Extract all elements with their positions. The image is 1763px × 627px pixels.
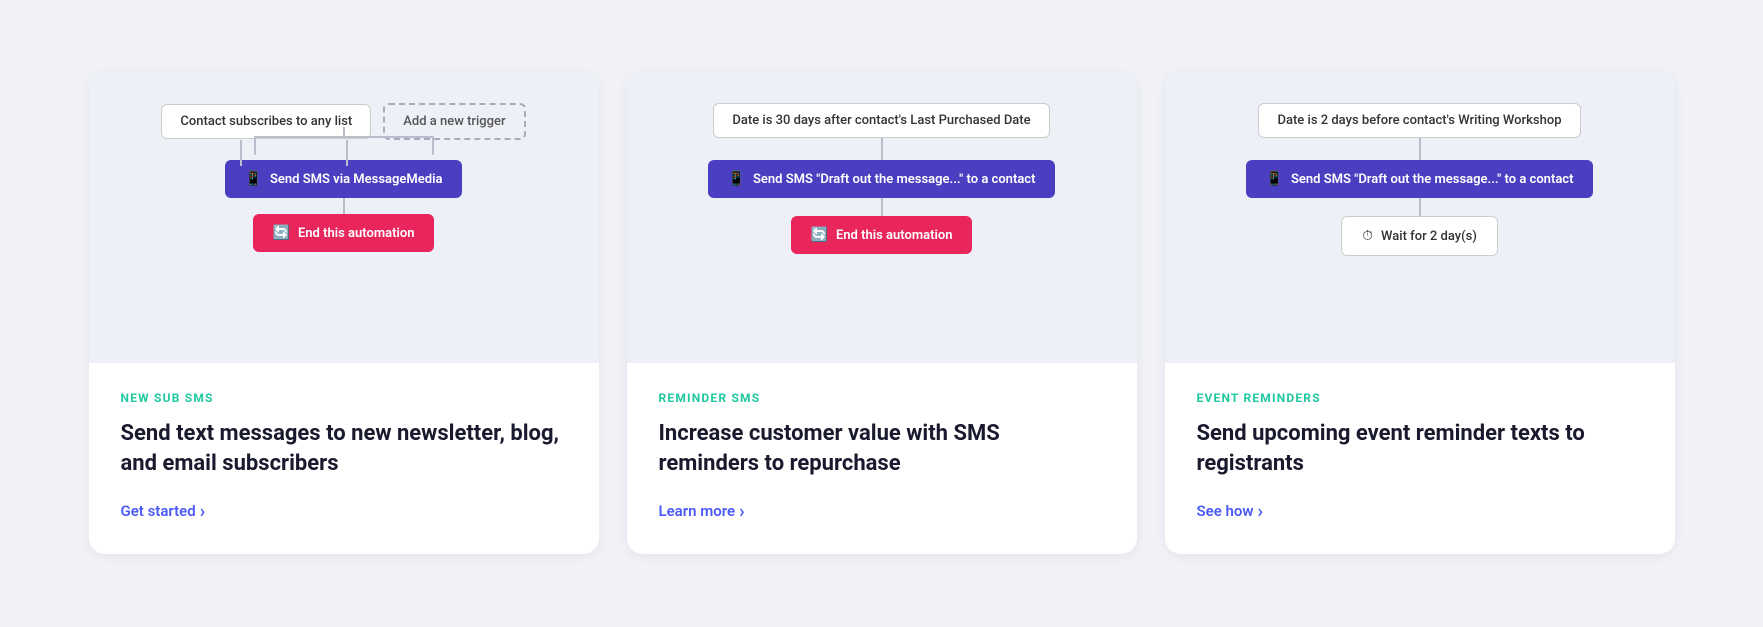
card-diagram-3: Date is 2 days before contact's Writing … [1165,73,1675,363]
card-event-reminders: Date is 2 days before contact's Writing … [1165,73,1675,553]
connector-3 [881,138,883,160]
card-content-3: EVENT REMINDERS Send upcoming event remi… [1165,363,1675,553]
trigger-node-3: Date is 2 days before contact's Writing … [1258,103,1580,138]
card-tag-2: REMINDER SMS [659,391,1105,405]
card-diagram-1: Contact subscribes to any list Add a new… [89,73,599,363]
step-node-wait-3: Wait for 2 day(s) [1341,216,1498,256]
card-tag-1: NEW SUB SMS [121,391,567,405]
card-content-1: NEW SUB SMS Send text messages to new ne… [89,363,599,553]
chevron-icon-2 [739,501,744,522]
connector-5 [1419,138,1421,160]
step-node-end-2: End this automation [791,216,973,254]
card-title-3: Send upcoming event reminder texts to re… [1197,419,1643,478]
connector-6 [1419,198,1421,216]
card-title-1: Send text messages to new newsletter, bl… [121,419,567,478]
card-content-2: REMINDER SMS Increase customer value wit… [627,363,1137,553]
connector-4 [881,198,883,216]
card-reminder-sms: Date is 30 days after contact's Last Pur… [627,73,1137,553]
sms-icon-1 [245,171,262,187]
card-link-3[interactable]: See how [1197,501,1643,522]
clock-icon-3 [1362,228,1373,244]
end-icon-2 [811,227,828,243]
trigger-row-3: Date is 2 days before contact's Writing … [1258,103,1580,138]
sms-icon-2 [728,171,745,187]
card-title-2: Increase customer value with SMS reminde… [659,419,1105,478]
step-node-sms-3: Send SMS "Draft out the message..." to a… [1246,160,1594,198]
chevron-icon-1 [200,501,205,522]
card-link-2[interactable]: Learn more [659,501,1105,522]
step-node-end-1: End this automation [253,214,435,252]
chevron-icon-3 [1257,501,1262,522]
trigger-row-2: Date is 30 days after contact's Last Pur… [713,103,1049,138]
trigger-node-2: Date is 30 days after contact's Last Pur… [713,103,1049,138]
card-link-1[interactable]: Get started [121,501,567,522]
step-node-sms-2: Send SMS "Draft out the message..." to a… [708,160,1056,198]
card-diagram-2: Date is 30 days after contact's Last Pur… [627,73,1137,363]
connector-2 [343,198,345,214]
end-icon-1 [273,225,290,241]
card-new-sub-sms: Contact subscribes to any list Add a new… [89,73,599,553]
cards-container: Contact subscribes to any list Add a new… [32,73,1732,553]
card-tag-3: EVENT REMINDERS [1197,391,1643,405]
sms-icon-3 [1266,171,1283,187]
